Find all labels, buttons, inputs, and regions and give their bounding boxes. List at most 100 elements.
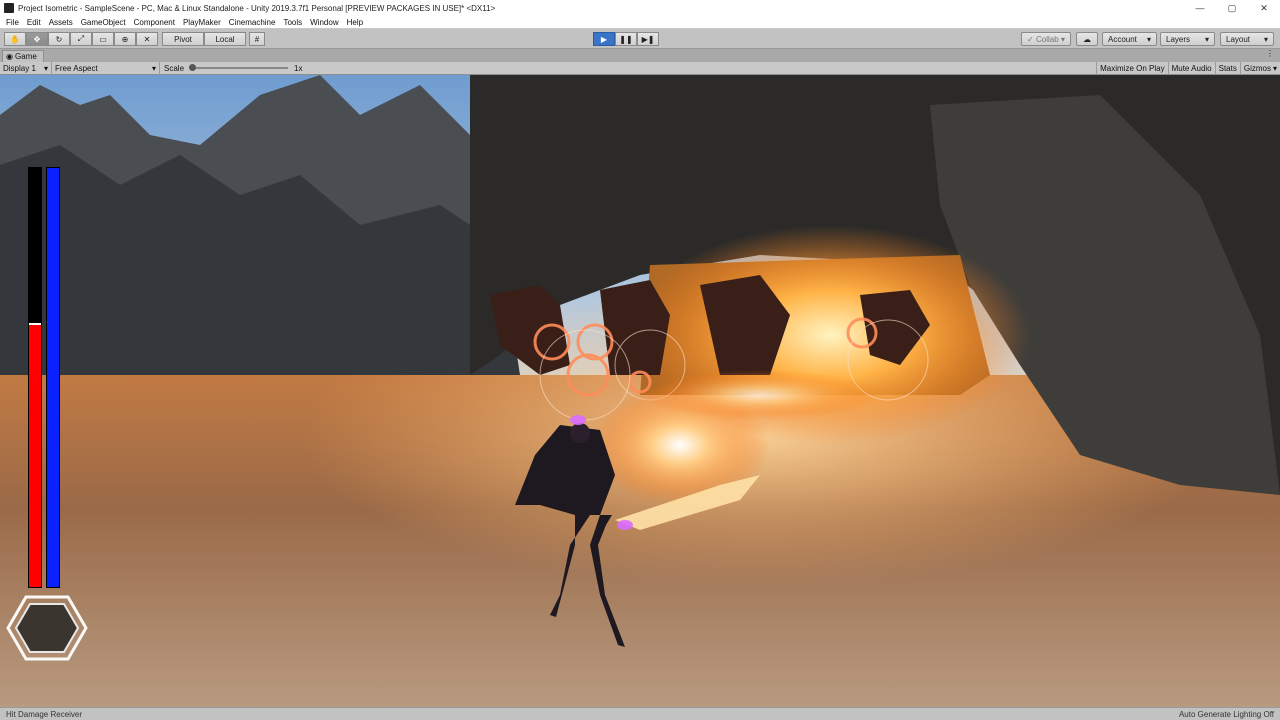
transform-tools: ✋ ✥ ↻ ⤢ ▭ ⊕ ✕ — [4, 32, 158, 46]
pivot-label: Pivot — [174, 34, 192, 44]
minimize-button[interactable]: — — [1184, 0, 1216, 16]
stats-label: Stats — [1218, 63, 1237, 73]
collab-group: ✓ Collab ▾ — [1021, 32, 1071, 46]
transform-tool-button[interactable]: ⊕ — [114, 32, 136, 46]
menu-help[interactable]: Help — [347, 18, 363, 27]
window-title: Project Isometric - SampleScene - PC, Ma… — [18, 3, 496, 13]
local-label: Local — [215, 34, 235, 44]
maximize-button[interactable]: ▢ — [1216, 0, 1248, 16]
maximize-label: Maximize On Play — [1100, 63, 1165, 73]
snap-button[interactable]: # — [249, 32, 265, 46]
check-icon: ✓ — [1027, 34, 1034, 44]
scale-value: 1x — [294, 63, 303, 73]
menu-component[interactable]: Component — [134, 18, 175, 27]
stats-toggle[interactable]: Stats — [1214, 61, 1240, 75]
rect-icon: ▭ — [99, 34, 107, 44]
menu-tools[interactable]: Tools — [283, 18, 302, 27]
scale-label: Scale — [164, 63, 185, 73]
title-bar: Project Isometric - SampleScene - PC, Ma… — [0, 0, 1280, 16]
game-scene — [0, 75, 1280, 707]
chevron-down-icon: ▾ — [151, 63, 156, 73]
main-toolbar: ✋ ✥ ↻ ⤢ ▭ ⊕ ✕ Pivot Local # ▶ ❚❚ ▶❚ ✓ Co… — [0, 29, 1280, 49]
playback-controls: ▶ ❚❚ ▶❚ — [593, 32, 659, 46]
grid-icon: # — [254, 34, 260, 44]
chevron-down-icon: ▾ — [1263, 34, 1268, 44]
aspect-label: Free Aspect — [55, 63, 98, 73]
rotate-tool-button[interactable]: ↻ — [48, 32, 70, 46]
tab-game[interactable]: ◉ Game — [2, 50, 44, 62]
display-label: Display 1 — [3, 63, 36, 73]
scale-slider[interactable] — [189, 64, 289, 71]
window-controls: — ▢ ✕ — [1184, 0, 1280, 16]
scale-slider-group: Scale 1x — [164, 64, 302, 73]
menu-file[interactable]: File — [6, 18, 19, 27]
chevron-down-icon: ▾ — [1060, 34, 1065, 44]
display-dropdown[interactable]: Display 1 ▾ — [0, 61, 52, 75]
menu-bar: File Edit Assets GameObject Component Pl… — [0, 16, 1280, 29]
hand-icon: ✋ — [10, 34, 20, 44]
mana-bar-fill — [47, 168, 59, 587]
transform-icon: ⊕ — [121, 34, 129, 44]
account-dropdown[interactable]: Account ▾ — [1102, 32, 1157, 46]
gizmos-label: Gizmos — [1243, 63, 1271, 73]
local-toggle[interactable]: Local — [204, 32, 246, 46]
account-label: Account — [1108, 34, 1137, 44]
move-icon: ✥ — [33, 34, 41, 44]
game-view-bar: Display 1 ▾ Free Aspect ▾ Scale 1x Maxim… — [0, 61, 1280, 75]
menu-playmaker[interactable]: PlayMaker — [183, 18, 221, 27]
layers-group: Layers ▾ — [1160, 32, 1215, 46]
play-icon: ▶ — [600, 34, 608, 44]
game-view-toggles: Maximize On Play Mute Audio Stats Gizmos… — [1096, 61, 1280, 75]
mana-bar — [46, 167, 60, 588]
pivot-tools: Pivot Local # — [162, 32, 265, 46]
health-bar — [28, 167, 42, 588]
cloud-button[interactable]: ☁ — [1076, 32, 1098, 46]
layout-group: Layout ▾ — [1220, 32, 1274, 46]
close-button[interactable]: ✕ — [1248, 0, 1280, 16]
menu-assets[interactable]: Assets — [49, 18, 73, 27]
step-button[interactable]: ▶❚ — [637, 32, 659, 46]
tab-game-label: Game — [14, 52, 37, 61]
panel-tabbar: ◉ Game ⋮ — [0, 49, 1280, 62]
play-button[interactable]: ▶ — [593, 32, 615, 46]
mute-audio-toggle[interactable]: Mute Audio — [1167, 61, 1215, 75]
pause-button[interactable]: ❚❚ — [615, 32, 637, 46]
chevron-down-icon: ▾ — [1272, 63, 1277, 73]
menu-window[interactable]: Window — [310, 18, 338, 27]
collab-dropdown[interactable]: ✓ Collab ▾ — [1021, 32, 1071, 46]
status-bar: Hit Damage Receiver Auto Generate Lighti… — [0, 707, 1280, 720]
panel-menu-icon[interactable]: ⋮ — [1266, 49, 1274, 58]
layout-label: Layout — [1226, 34, 1251, 44]
menu-gameobject[interactable]: GameObject — [81, 18, 126, 27]
chevron-down-icon: ▾ — [43, 63, 48, 73]
mute-label: Mute Audio — [1171, 63, 1212, 73]
scale-tool-button[interactable]: ⤢ — [70, 32, 92, 46]
pivot-toggle[interactable]: Pivot — [162, 32, 204, 46]
move-tool-button[interactable]: ✥ — [26, 32, 48, 46]
scale-icon: ⤢ — [77, 34, 85, 43]
chevron-down-icon: ▾ — [1204, 34, 1209, 44]
ability-hexagon-icon[interactable] — [6, 594, 88, 662]
layout-dropdown[interactable]: Layout ▾ — [1220, 32, 1274, 46]
wrench-icon: ✕ — [143, 34, 151, 44]
hand-tool-button[interactable]: ✋ — [4, 32, 26, 46]
step-icon: ▶❚ — [641, 34, 655, 44]
menu-edit[interactable]: Edit — [27, 18, 41, 27]
gizmos-dropdown[interactable]: Gizmos ▾ — [1239, 61, 1280, 75]
maximize-on-play-toggle[interactable]: Maximize On Play — [1096, 61, 1167, 75]
scale-slider-thumb[interactable] — [189, 64, 197, 71]
unity-logo-icon — [4, 3, 14, 13]
aspect-dropdown[interactable]: Free Aspect ▾ — [52, 61, 160, 75]
custom-tool-button[interactable]: ✕ — [136, 32, 158, 46]
pause-icon: ❚❚ — [619, 34, 633, 44]
rotate-icon: ↻ — [55, 34, 63, 44]
layers-dropdown[interactable]: Layers ▾ — [1160, 32, 1215, 46]
ground-fire — [640, 370, 880, 420]
game-icon: ◉ — [6, 52, 13, 61]
menu-cinemachine[interactable]: Cinemachine — [229, 18, 276, 27]
game-viewport[interactable] — [0, 75, 1280, 707]
account-group: Account ▾ — [1102, 32, 1157, 46]
layers-label: Layers — [1166, 34, 1191, 44]
cloud-icon: ☁ — [1083, 34, 1091, 44]
rect-tool-button[interactable]: ▭ — [92, 32, 114, 46]
